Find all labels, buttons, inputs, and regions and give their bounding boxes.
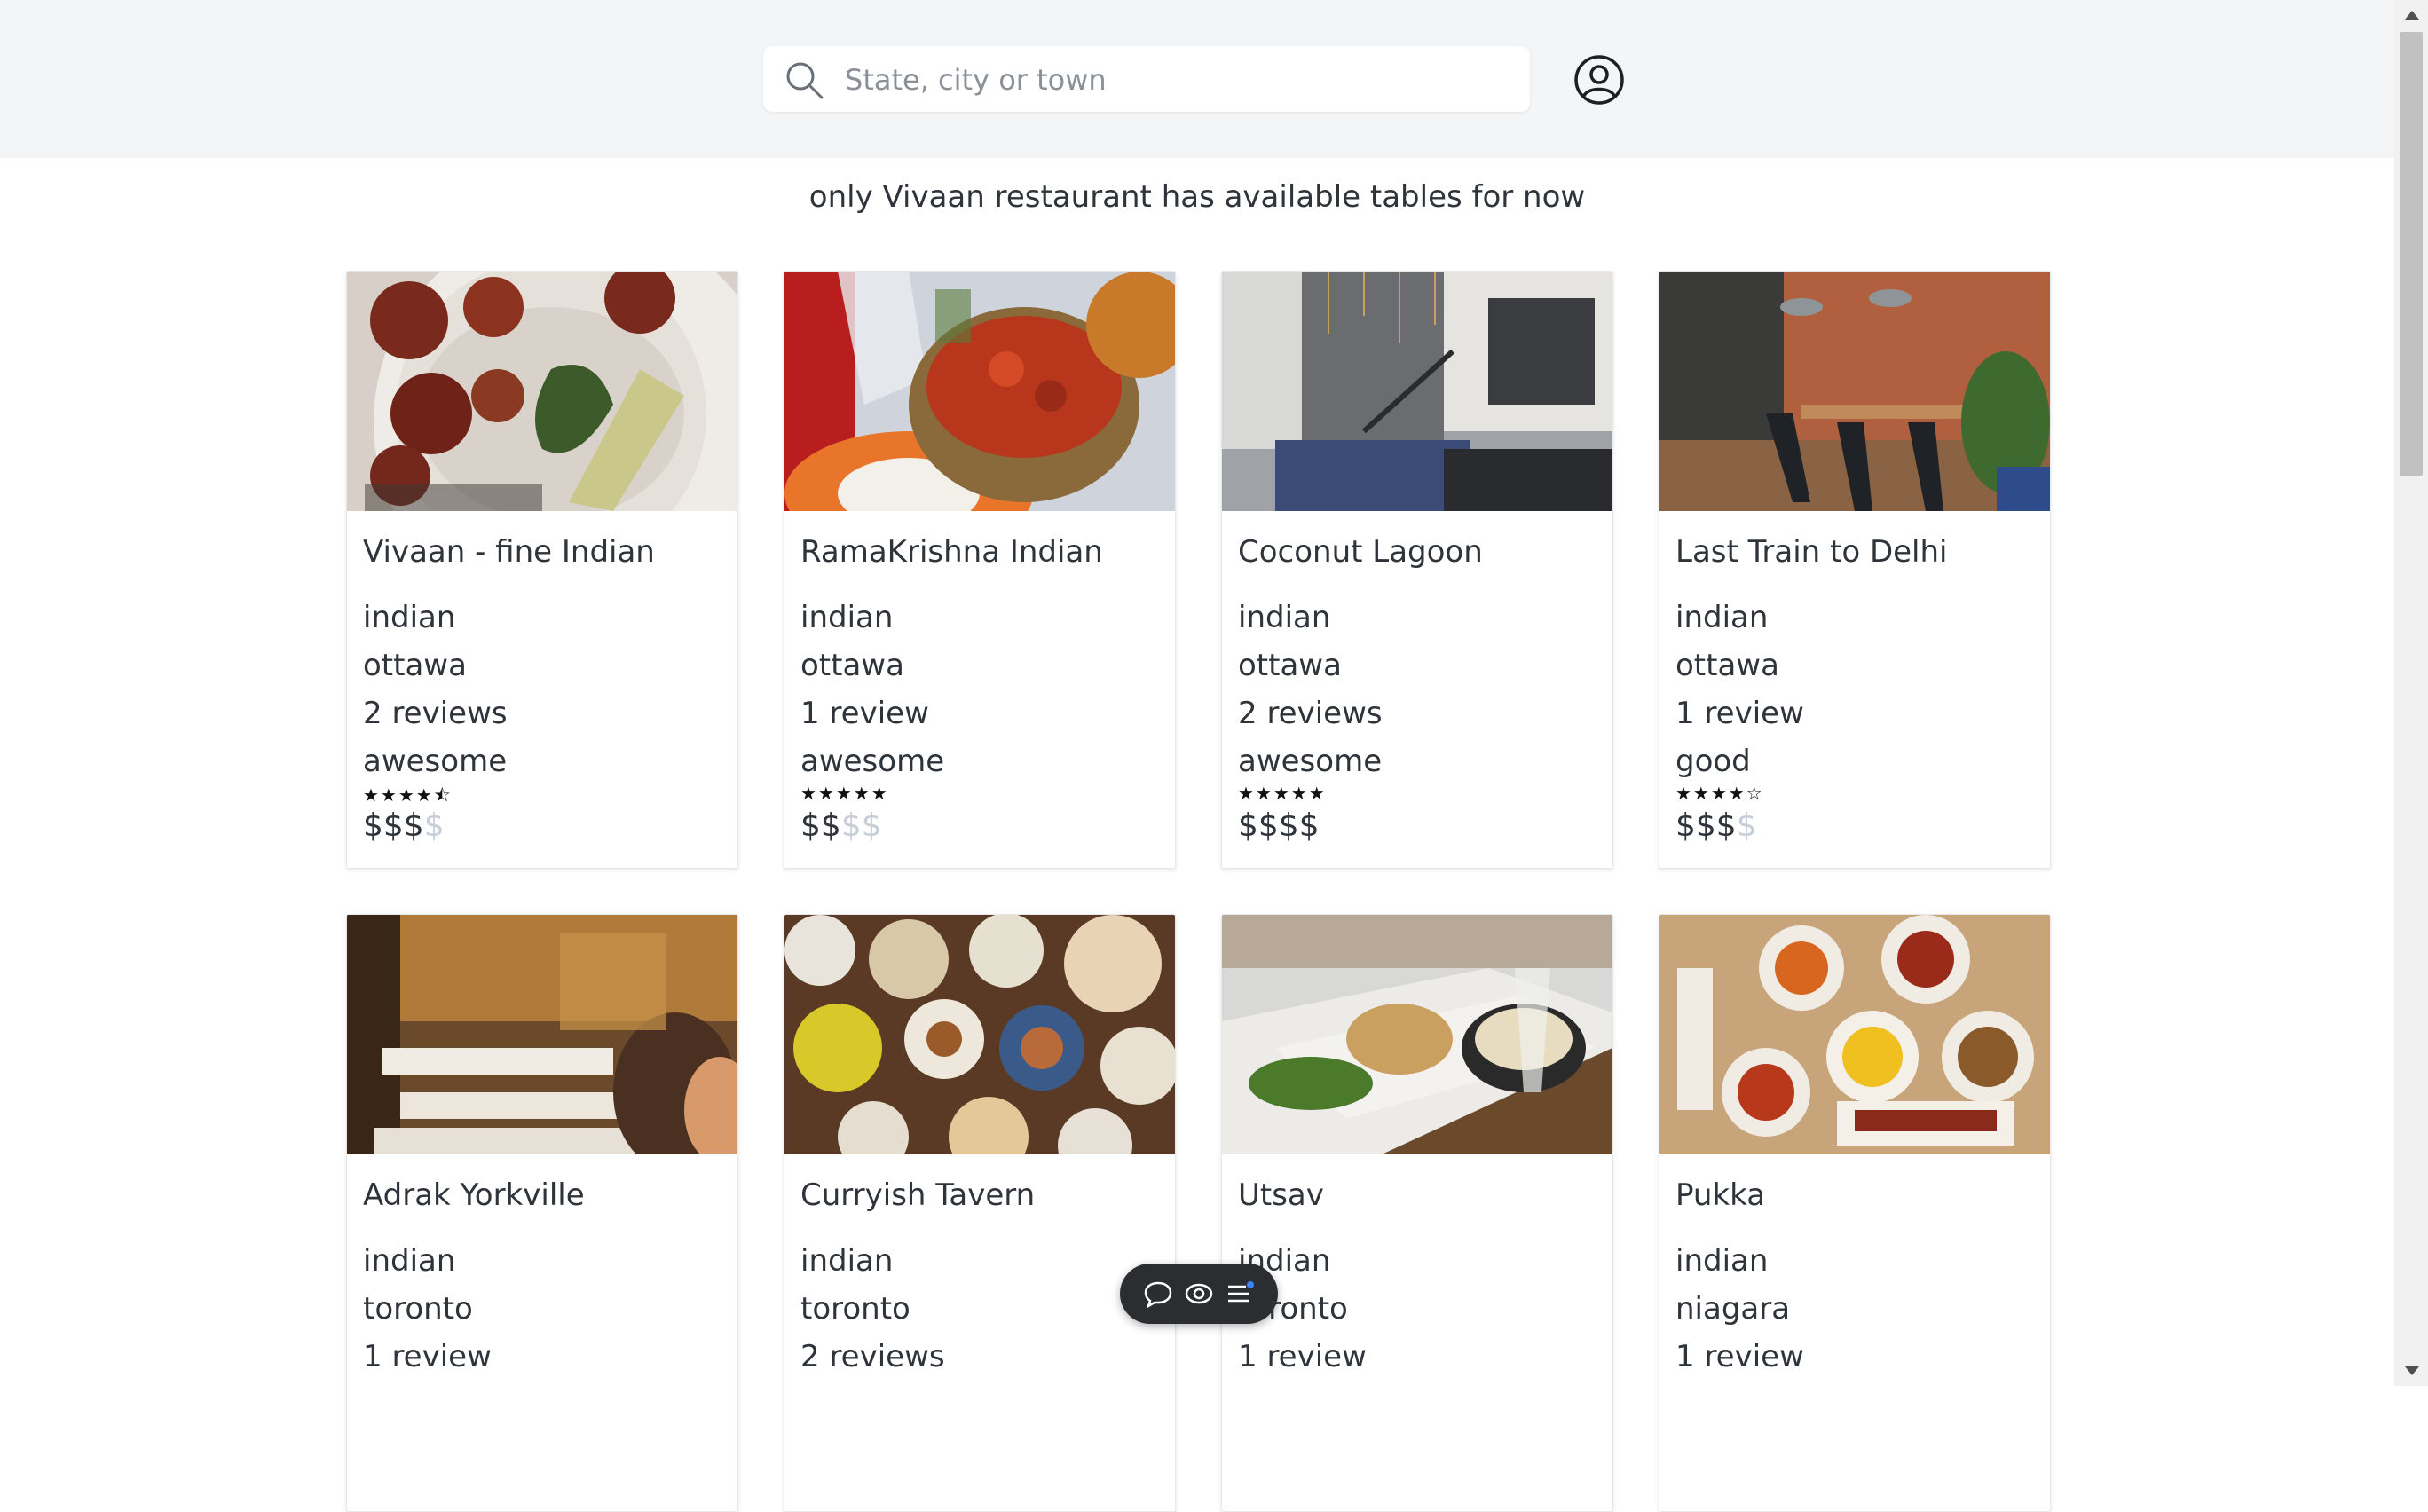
restaurant-card[interactable]: Utsav indian toronto 1 review — [1221, 914, 1613, 1512]
price-level: $$$$ — [363, 807, 445, 844]
restaurant-card[interactable]: Adrak Yorkville indian toronto 1 review — [346, 914, 738, 1512]
price-active: $$$ — [363, 807, 424, 844]
availability-notice: only Vivaan restaurant has available tab… — [808, 179, 1586, 215]
restaurant-cuisine: indian — [363, 1243, 456, 1279]
restaurant-cuisine: indian — [1238, 600, 1331, 635]
restaurant-cuisine: indian — [363, 600, 456, 635]
restaurant-name: Curryish Tavern — [800, 1177, 1036, 1213]
search-input[interactable] — [843, 55, 1503, 105]
restaurant-name: Vivaan - fine Indian — [363, 534, 655, 570]
restaurant-card[interactable]: RamaKrishna Indian indian ottawa 1 revie… — [784, 271, 1176, 869]
restaurant-photo — [347, 272, 737, 511]
restaurant-photo — [1222, 272, 1612, 511]
restaurant-name: RamaKrishna Indian — [800, 534, 1103, 570]
star-rating: ★★★★★ — [800, 783, 889, 804]
price-level: $$$$ — [1238, 807, 1320, 844]
restaurant-photo — [784, 915, 1175, 1154]
restaurant-name: Utsav — [1238, 1177, 1324, 1213]
rating-text: good — [1675, 744, 1751, 779]
review-count: 1 review — [1238, 1339, 1367, 1374]
chat-bubble-icon[interactable] — [1143, 1280, 1173, 1308]
scrollbar-thumb[interactable] — [2400, 32, 2423, 476]
rating-text: awesome — [363, 744, 508, 779]
review-count: 1 review — [1675, 696, 1804, 731]
restaurant-photo — [784, 272, 1175, 511]
rating-text: awesome — [1238, 744, 1383, 779]
price-active: $$ — [800, 807, 841, 844]
restaurant-cuisine: indian — [1675, 600, 1769, 635]
price-inactive: $ — [423, 807, 445, 844]
restaurant-card[interactable]: Last Train to Delhi indian ottawa 1 revi… — [1659, 271, 2051, 869]
floating-toolbar — [1120, 1264, 1278, 1324]
review-count: 2 reviews — [1238, 696, 1383, 731]
scroll-up-arrow[interactable] — [2405, 11, 2419, 20]
review-count: 1 review — [363, 1339, 492, 1374]
restaurant-photo — [347, 915, 737, 1154]
restaurant-city: ottawa — [363, 648, 467, 683]
restaurant-city: ottawa — [800, 648, 904, 683]
search-bar[interactable] — [763, 46, 1530, 112]
star-rating: ★★★★☆ — [1675, 783, 1764, 804]
price-level: $$$$ — [1675, 807, 1757, 844]
price-level: $$$$ — [800, 807, 882, 844]
restaurant-card[interactable]: Pukka indian niagara 1 review — [1659, 914, 2051, 1512]
review-count: 1 review — [1675, 1339, 1804, 1374]
price-active: $$$$ — [1238, 807, 1320, 844]
restaurant-name: Last Train to Delhi — [1675, 534, 1948, 570]
restaurant-city: niagara — [1675, 1291, 1791, 1327]
restaurant-name: Coconut Lagoon — [1238, 534, 1483, 570]
restaurant-cuisine: indian — [800, 600, 894, 635]
restaurant-city: toronto — [363, 1291, 473, 1327]
eye-icon[interactable] — [1184, 1280, 1214, 1308]
rating-text: awesome — [800, 744, 945, 779]
restaurant-city: ottawa — [1238, 648, 1342, 683]
vertical-scrollbar[interactable] — [2394, 0, 2428, 1386]
restaurant-photo — [1222, 915, 1612, 1154]
search-icon — [786, 62, 824, 99]
price-active: $$$ — [1675, 807, 1737, 844]
restaurant-city: toronto — [800, 1291, 910, 1327]
price-inactive: $ — [1736, 807, 1757, 844]
price-inactive: $$ — [840, 807, 882, 844]
user-circle-icon[interactable] — [1573, 53, 1626, 106]
restaurant-city: ottawa — [1675, 648, 1779, 683]
top-header — [0, 0, 2394, 158]
restaurant-cuisine: indian — [800, 1243, 894, 1279]
review-count: 2 reviews — [800, 1339, 945, 1374]
review-count: 2 reviews — [363, 696, 508, 731]
restaurant-card[interactable]: Curryish Tavern indian toronto 2 reviews — [784, 914, 1176, 1512]
restaurant-photo — [1659, 915, 2050, 1154]
scroll-down-arrow[interactable] — [2405, 1366, 2419, 1375]
restaurant-name: Adrak Yorkville — [363, 1177, 585, 1213]
restaurant-name: Pukka — [1675, 1177, 1766, 1213]
list-icon[interactable] — [1225, 1280, 1255, 1308]
restaurant-photo — [1659, 272, 2050, 511]
restaurant-card[interactable]: Vivaan - fine Indian indian ottawa 2 rev… — [346, 271, 738, 869]
restaurant-card[interactable]: Coconut Lagoon indian ottawa 2 reviews a… — [1221, 271, 1613, 869]
restaurant-cuisine: indian — [1675, 1243, 1769, 1279]
star-rating: ★★★★★ — [1238, 783, 1327, 804]
review-count: 1 review — [800, 696, 929, 731]
